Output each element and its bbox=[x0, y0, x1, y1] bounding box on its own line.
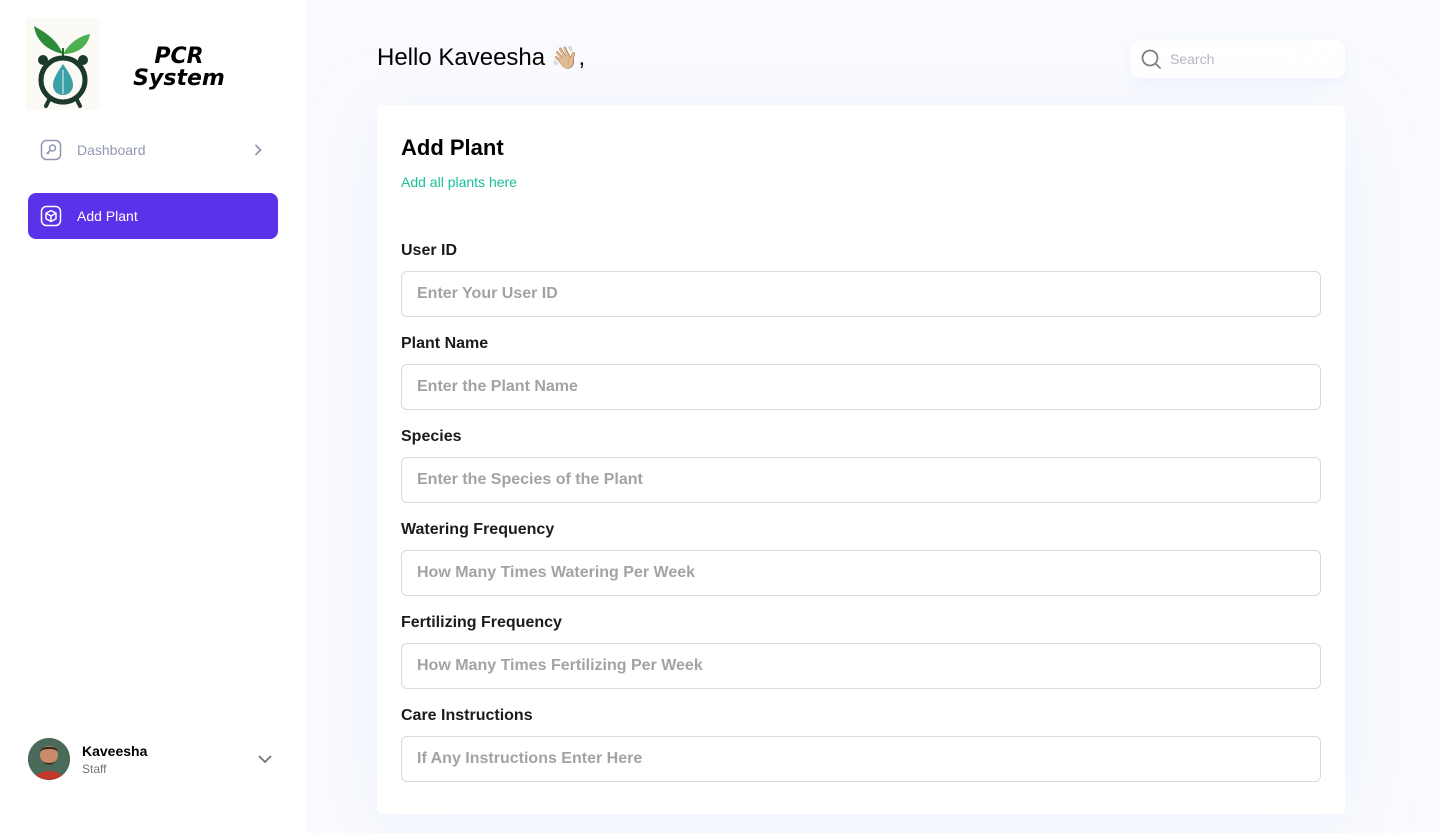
fertilizing-frequency-input[interactable] bbox=[401, 643, 1321, 689]
brand-name: PCR System bbox=[133, 44, 225, 91]
page-greeting: Hello Kaveesha 👋🏼, bbox=[377, 44, 585, 72]
sidebar-item-add-plant[interactable]: Add Plant bbox=[28, 193, 278, 239]
field-label: Species bbox=[401, 428, 462, 445]
field-label: Watering Frequency bbox=[401, 521, 555, 538]
waving-hand-icon: 👋🏼 bbox=[551, 45, 579, 70]
field-label: User ID bbox=[401, 242, 458, 259]
add-plant-card: Add Plant Add all plants here User ID Pl… bbox=[377, 105, 1345, 814]
watering-frequency-input[interactable] bbox=[401, 550, 1321, 596]
user-name: Kaveesha bbox=[82, 743, 148, 759]
user-profile[interactable]: Kaveesha Staff bbox=[28, 738, 278, 780]
app-root: PCR System Dashboard Add Plant Kaveesha … bbox=[0, 0, 1440, 833]
brand-logo bbox=[26, 18, 100, 110]
field-label: Fertilizing Frequency bbox=[401, 614, 562, 631]
field-label: Care Instructions bbox=[401, 707, 533, 724]
plant-name-input[interactable] bbox=[401, 364, 1321, 410]
field-user-id: User ID bbox=[401, 242, 1321, 317]
sidebar-item-label: Dashboard bbox=[77, 142, 146, 158]
avatar bbox=[28, 738, 70, 780]
user-role: Staff bbox=[82, 762, 107, 776]
search-icon bbox=[1140, 48, 1162, 70]
box-icon bbox=[39, 204, 63, 228]
field-watering-frequency: Watering Frequency bbox=[401, 521, 1321, 596]
field-species: Species bbox=[401, 428, 1321, 503]
user-id-input[interactable] bbox=[401, 271, 1321, 317]
field-care-instructions: Care Instructions bbox=[401, 707, 1321, 782]
chevron-down-icon[interactable] bbox=[256, 750, 274, 773]
search-bar[interactable] bbox=[1130, 40, 1345, 78]
sidebar-item-label: Add Plant bbox=[77, 208, 138, 224]
key-square-icon bbox=[39, 138, 63, 162]
field-plant-name: Plant Name bbox=[401, 335, 1321, 410]
search-input[interactable] bbox=[1170, 51, 1330, 67]
sidebar-item-dashboard[interactable]: Dashboard bbox=[28, 127, 278, 173]
greeting-suffix: , bbox=[578, 44, 586, 71]
species-input[interactable] bbox=[401, 457, 1321, 503]
greeting-text: Hello Kaveesha bbox=[377, 44, 546, 71]
field-fertilizing-frequency: Fertilizing Frequency bbox=[401, 614, 1321, 689]
page-subtitle: Add all plants here bbox=[401, 174, 517, 190]
care-instructions-input[interactable] bbox=[401, 736, 1321, 782]
plant-clock-logo-icon bbox=[34, 26, 90, 108]
field-label: Plant Name bbox=[401, 335, 489, 352]
page-title: Add Plant bbox=[401, 135, 504, 160]
chevron-right-icon bbox=[250, 142, 266, 163]
sidebar: PCR System Dashboard Add Plant Kaveesha … bbox=[0, 0, 306, 833]
